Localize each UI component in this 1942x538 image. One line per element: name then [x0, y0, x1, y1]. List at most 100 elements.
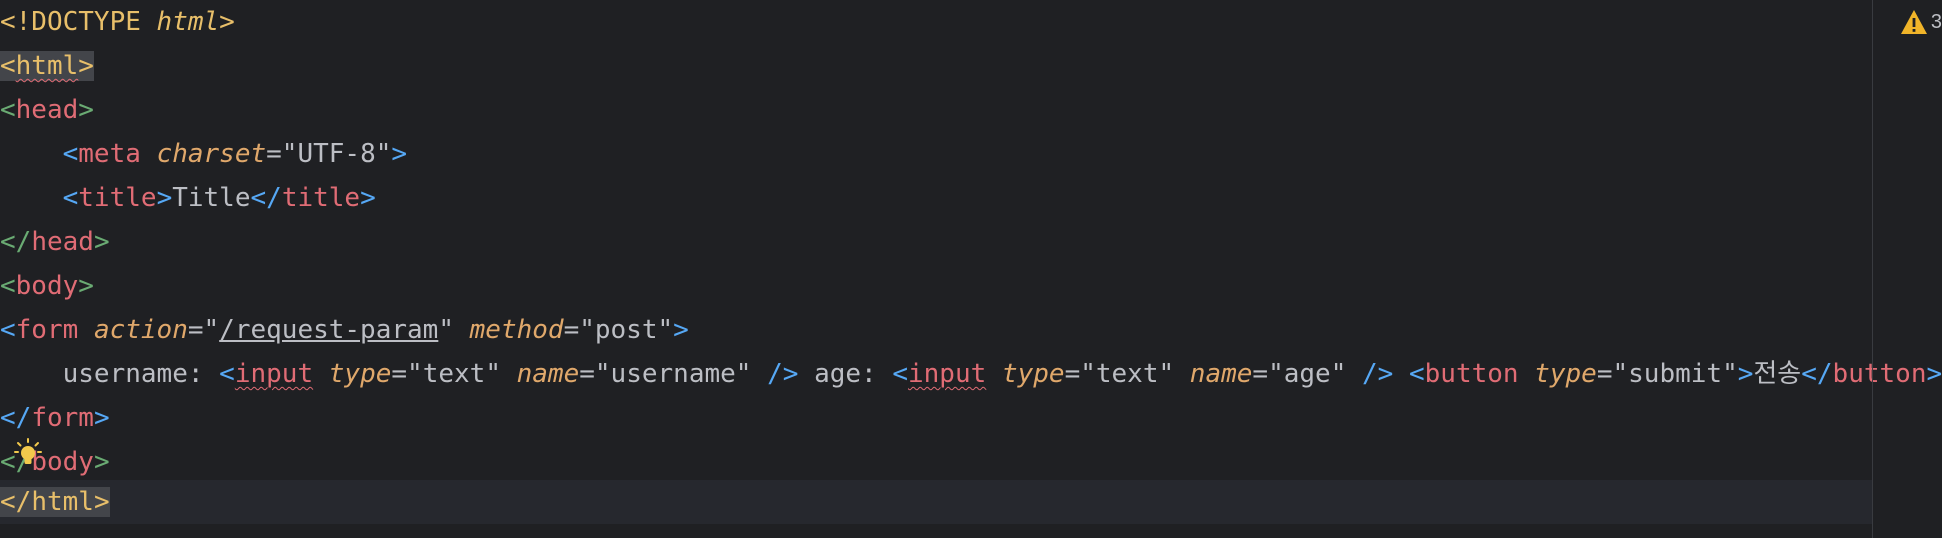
- equals: =: [563, 315, 580, 345]
- input1-open-bracket: <: [219, 359, 235, 389]
- meta-close-bracket: >: [391, 139, 408, 169]
- html-end-open: </: [0, 487, 32, 517]
- html-tag-name: html: [15, 51, 79, 81]
- input2-type-attr: type: [1001, 359, 1065, 389]
- code-line-12[interactable]: </html>: [0, 480, 1872, 524]
- input1-type-attr: type: [328, 359, 392, 389]
- right-margin-guide: [1872, 0, 1873, 538]
- charset-value: "UTF-8": [281, 139, 392, 169]
- button-end-close: >: [1926, 359, 1942, 389]
- form-tag-name: form: [15, 315, 79, 345]
- title-close-bracket: >: [156, 183, 173, 213]
- doctype-keyword: html: [156, 7, 220, 37]
- equals: =: [579, 359, 595, 389]
- input1-name-attr: name: [516, 359, 580, 389]
- form-close-bracket: >: [673, 315, 689, 345]
- meta-open-bracket: <: [62, 139, 79, 169]
- button-type-value: "submit": [1612, 359, 1738, 389]
- age-label-text: age:: [798, 359, 893, 389]
- method-value: "post": [579, 315, 674, 345]
- button-end-open: </: [1801, 359, 1833, 389]
- button-open-bracket: <: [1408, 359, 1425, 389]
- doctype-open: <!DOCTYPE: [0, 7, 157, 37]
- head-open-bracket: <: [0, 95, 16, 125]
- warnings-indicator[interactable]: 3: [1899, 6, 1942, 38]
- body-open-bracket: <: [0, 271, 16, 301]
- title-end-open: </: [250, 183, 282, 213]
- button-type-attr: type: [1534, 359, 1597, 389]
- action-url-link[interactable]: /request-param: [219, 315, 438, 345]
- html-close-bracket: >: [78, 51, 94, 81]
- input2-name-attr: name: [1189, 359, 1253, 389]
- body-end-close: >: [93, 447, 110, 477]
- head-end-open: </: [0, 227, 32, 257]
- method-attr: method: [469, 315, 564, 345]
- body-tag-name: body: [15, 271, 79, 301]
- input1-tag-name: input: [234, 359, 314, 389]
- form-open-bracket: <: [0, 315, 16, 345]
- code-line-2[interactable]: <html>: [0, 44, 94, 88]
- equals: =: [266, 139, 282, 169]
- lightbulb-icon[interactable]: [14, 438, 42, 475]
- input2-open-bracket: <: [892, 359, 908, 389]
- button-close-bracket: >: [1737, 359, 1754, 389]
- doctype-close: >: [219, 7, 235, 37]
- button-tag-name: button: [1424, 359, 1519, 389]
- equals: =: [1596, 359, 1613, 389]
- code-editor[interactable]: <!DOCTYPE html> <html> <head> <meta char…: [0, 0, 1942, 538]
- input2-tag-name: input: [908, 359, 987, 389]
- button-end-tag-name: button: [1832, 359, 1927, 389]
- title-text: Title: [172, 183, 251, 213]
- html-end-tag-name: html: [31, 487, 94, 517]
- code-line-10[interactable]: </form>: [0, 396, 110, 440]
- input1-name-value: "username": [594, 359, 752, 389]
- code-line-7[interactable]: <body>: [0, 264, 94, 308]
- input1-type-value: "text": [407, 359, 501, 389]
- meta-tag-name: meta: [78, 139, 141, 169]
- code-line-4[interactable]: <meta charset="UTF-8">: [0, 132, 407, 176]
- code-line-8[interactable]: <form action="/request-param" method="po…: [0, 308, 689, 352]
- title-end-close: >: [360, 183, 376, 213]
- head-end-tag-name: head: [31, 227, 94, 257]
- head-tag-name: head: [15, 95, 79, 125]
- input2-self-close: />: [1346, 359, 1394, 389]
- form-end-open: </: [0, 403, 32, 433]
- username-label-text: username:: [62, 359, 220, 389]
- equals: =: [187, 315, 204, 345]
- code-line-5[interactable]: <title>Title</title>: [0, 176, 376, 220]
- code-line-1[interactable]: <!DOCTYPE html>: [0, 0, 235, 44]
- equals: =: [391, 359, 408, 389]
- button-text: 전송: [1753, 359, 1802, 389]
- title-open-bracket: <: [62, 183, 79, 213]
- code-line-9[interactable]: username: <input type="text" name="usern…: [0, 352, 1942, 396]
- html-open-bracket: <: [0, 51, 16, 81]
- warning-count: 3: [1930, 10, 1942, 33]
- input1-self-close: />: [751, 359, 799, 389]
- equals: =: [1064, 359, 1081, 389]
- quote: ": [203, 315, 220, 345]
- code-line-3[interactable]: <head>: [0, 88, 94, 132]
- code-line-6[interactable]: </head>: [0, 220, 110, 264]
- title-tag-name: title: [78, 183, 157, 213]
- action-attr: action: [93, 315, 188, 345]
- equals: =: [1252, 359, 1269, 389]
- input2-name-value: "age": [1268, 359, 1347, 389]
- form-end-tag-name: form: [31, 403, 94, 433]
- form-end-close: >: [93, 403, 110, 433]
- input2-type-value: "text": [1080, 359, 1175, 389]
- html-end-close: >: [93, 487, 110, 517]
- quote: ": [438, 315, 454, 345]
- warning-icon: [1899, 8, 1929, 36]
- body-close-bracket: >: [78, 271, 94, 301]
